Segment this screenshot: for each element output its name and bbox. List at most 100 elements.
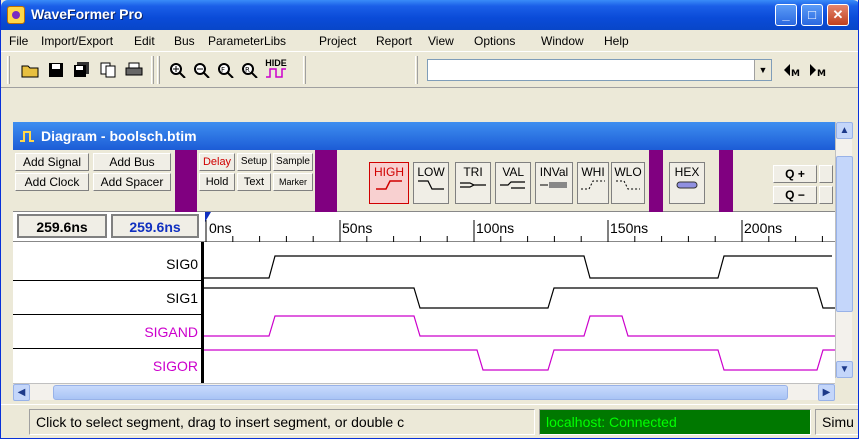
add-signal-button[interactable]: Add Signal [15, 153, 89, 171]
cursor-time-right[interactable]: 259.6ns [111, 214, 199, 238]
zoom-in-icon[interactable] [169, 62, 187, 78]
hold-button[interactable]: Hold [199, 173, 235, 191]
menu-window[interactable]: Window [541, 34, 584, 48]
scroll-up-icon[interactable]: ▲ [836, 122, 853, 139]
svg-text:M: M [817, 69, 826, 78]
menu-import-export[interactable]: Import/Export [41, 34, 113, 48]
signal-row-sigor[interactable]: SIGOR [13, 350, 204, 383]
timeline-ruler[interactable]: 0ns 50ns 100ns 150ns 200ns [204, 212, 835, 242]
menu-file[interactable]: File [9, 34, 28, 48]
zoom-in-button[interactable]: Q + [773, 165, 817, 183]
zoom-extra-button-2[interactable] [819, 186, 833, 204]
inval-wave-icon [540, 182, 567, 188]
signal-names-panel: SIG0 SIG1 SIGAND SIGOR [13, 242, 204, 383]
sigand-waveform [204, 315, 835, 337]
toolbar-separator-2 [303, 56, 306, 84]
close-button[interactable]: ✕ [827, 4, 849, 26]
sig1-waveform [204, 287, 835, 309]
sample-button[interactable]: Sample [273, 153, 313, 171]
waveform-graphic [204, 255, 835, 371]
high-wave-icon [376, 180, 402, 190]
add-spacer-button[interactable]: Add Spacer [93, 173, 171, 191]
zoom-extra-button[interactable] [819, 165, 833, 183]
low-button[interactable]: LOW [413, 162, 449, 204]
whi-button[interactable]: WHI [577, 162, 609, 204]
minimize-button[interactable]: _ [775, 4, 797, 26]
horizontal-scrollbar[interactable]: ◀ ▶ [13, 383, 835, 401]
save-icon[interactable] [47, 62, 65, 78]
svg-text:R: R [245, 66, 250, 74]
text-button[interactable]: Text [237, 173, 271, 191]
menu-bus[interactable]: Bus [174, 34, 195, 48]
zoom-out-button[interactable]: Q − [773, 186, 817, 204]
menu-edit[interactable]: Edit [134, 34, 155, 48]
find-next-icon[interactable]: M [809, 62, 831, 78]
marker-button[interactable]: Marker [273, 173, 313, 191]
scroll-down-icon[interactable]: ▼ [836, 361, 853, 378]
whi-wave-icon [581, 180, 605, 190]
tri-button[interactable]: TRI [455, 162, 491, 204]
high-button[interactable]: HIGH [369, 162, 409, 204]
menu-help[interactable]: Help [604, 34, 629, 48]
toolbar-divider-3 [649, 150, 663, 212]
hide-button[interactable]: HIDE [263, 58, 289, 82]
app-icon [7, 6, 25, 24]
save-all-icon[interactable] [73, 62, 91, 78]
hex-button[interactable]: HEX [669, 162, 705, 204]
diagram-title-bar[interactable]: Diagram - boolsch.btim [13, 122, 835, 150]
waveform-area[interactable] [204, 242, 835, 383]
signal-row-sigand[interactable]: SIGAND [13, 316, 204, 349]
signal-row-sig0[interactable]: SIG0 [13, 248, 204, 281]
add-bus-button[interactable]: Add Bus [93, 153, 171, 171]
menu-report[interactable]: Report [376, 34, 412, 48]
toolbar-gripper-3[interactable] [415, 56, 418, 84]
cursor-time-left[interactable]: 259.6ns [17, 214, 107, 238]
tick-label-200: 200ns [744, 220, 783, 236]
status-bar: Click to select segment, drag to insert … [1, 404, 858, 438]
menu-view[interactable]: View [428, 34, 454, 48]
scroll-right-icon[interactable]: ▶ [818, 384, 835, 401]
diagram-title: Diagram - boolsch.btim [41, 128, 197, 144]
menu-parameterlibs[interactable]: ParameterLibs [208, 34, 286, 48]
sigor-waveform [204, 349, 835, 371]
chevron-down-icon[interactable]: ▼ [754, 60, 771, 80]
vertical-scrollbar[interactable]: ▲ ▼ [835, 122, 853, 378]
vertical-scroll-thumb[interactable] [836, 156, 853, 312]
maximize-button[interactable]: □ [801, 4, 823, 26]
val-button[interactable]: VAL [495, 162, 531, 204]
delay-button[interactable]: Delay [199, 153, 235, 171]
ruler-graphic [205, 212, 823, 242]
menu-options[interactable]: Options [474, 34, 515, 48]
copy-icon[interactable] [99, 62, 117, 78]
open-folder-icon[interactable] [21, 62, 39, 78]
zoom-out-icon[interactable] [193, 62, 211, 78]
signal-name: SIG1 [166, 290, 198, 306]
add-clock-button[interactable]: Add Clock [15, 173, 89, 191]
application-window: WaveFormer Pro _ □ ✕ File Import/Export … [0, 0, 859, 439]
toolbar-gripper[interactable] [7, 56, 10, 84]
zoom-fit-icon[interactable]: F [217, 62, 235, 78]
toolbar-gripper-2[interactable] [157, 56, 160, 84]
window-title: WaveFormer Pro [31, 6, 143, 22]
menu-project[interactable]: Project [319, 34, 356, 48]
horizontal-scroll-thumb[interactable] [53, 385, 788, 400]
tick-label-150: 150ns [610, 220, 649, 236]
wlo-wave-icon [616, 180, 640, 190]
find-previous-icon[interactable]: M [783, 62, 805, 78]
zoom-range-icon[interactable]: R [241, 62, 259, 78]
svg-text:F: F [221, 66, 225, 74]
hex-label: HEX [674, 165, 700, 179]
val-label: VAL [502, 165, 524, 179]
menu-bar: File Import/Export Edit Bus ParameterLib… [1, 30, 858, 52]
time-bar: 259.6ns 259.6ns 0ns 50ns 100ns 150ns 200… [13, 212, 835, 242]
setup-button[interactable]: Setup [237, 153, 271, 171]
inval-button[interactable]: INVal [535, 162, 573, 204]
scroll-left-icon[interactable]: ◀ [13, 384, 30, 401]
wlo-button[interactable]: WLO [611, 162, 645, 204]
signal-row-sig1[interactable]: SIG1 [13, 282, 204, 315]
title-bar[interactable]: WaveFormer Pro _ □ ✕ [1, 0, 858, 30]
hide-label: HIDE [265, 58, 287, 68]
search-combo[interactable]: ▼ [427, 59, 772, 81]
print-icon[interactable] [125, 62, 143, 78]
high-label: HIGH [374, 165, 404, 179]
